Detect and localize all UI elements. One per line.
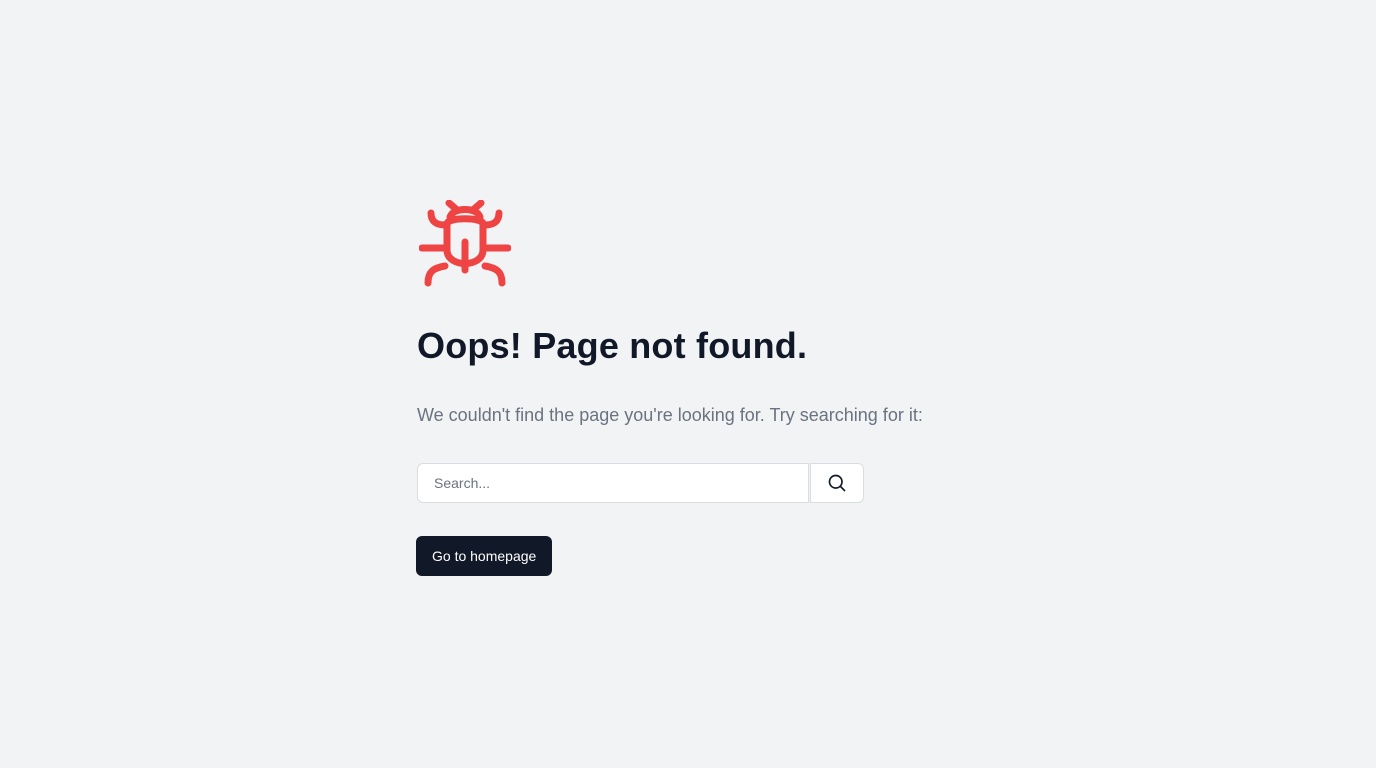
search-form	[417, 463, 977, 503]
bug-icon	[419, 200, 511, 287]
error-message: We couldn't find the page you're looking…	[417, 405, 923, 425]
search-button[interactable]	[810, 463, 864, 503]
error-content: Oops! Page not found. We couldn't find t…	[416, 200, 977, 576]
search-icon	[828, 474, 846, 492]
go-to-homepage-button[interactable]: Go to homepage	[416, 536, 553, 576]
not-found-page: Oops! Page not found. We couldn't find t…	[0, 0, 1376, 768]
page-title: Oops! Page not found.	[417, 325, 808, 366]
search-input[interactable]	[417, 463, 809, 503]
